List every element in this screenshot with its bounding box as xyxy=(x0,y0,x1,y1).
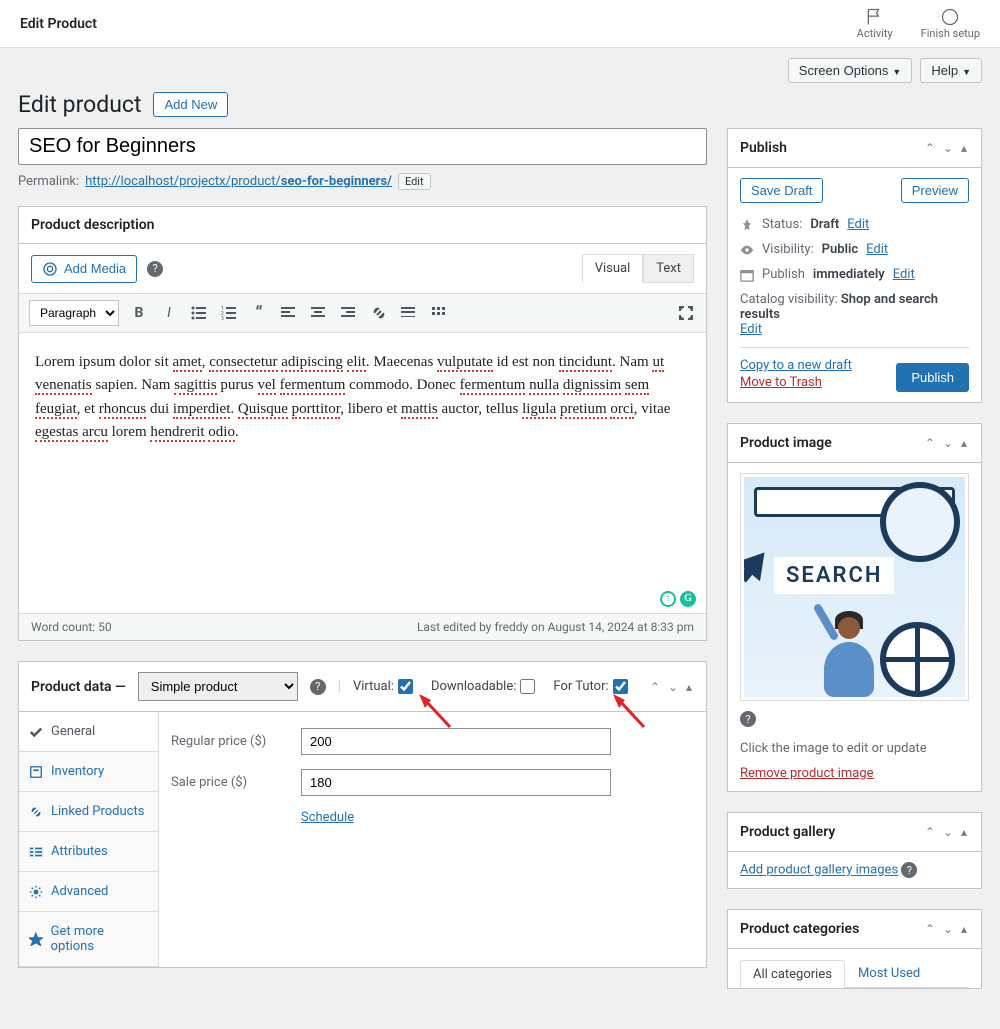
virtual-checkbox[interactable]: Virtual: xyxy=(353,679,413,694)
grammarly-icon[interactable]: G xyxy=(680,591,696,607)
save-draft-button[interactable]: Save Draft xyxy=(740,178,823,203)
move-down-icon[interactable]: ⌄ xyxy=(941,823,955,841)
pd-tab-advanced[interactable]: Advanced xyxy=(19,872,158,912)
description-editor[interactable]: Lorem ipsum dolor sit amet, consectetur … xyxy=(19,333,706,613)
add-gallery-link[interactable]: Add product gallery images xyxy=(740,863,898,878)
edit-status-link[interactable]: Edit xyxy=(847,217,869,232)
last-edited: Last edited by freddy on August 14, 2024… xyxy=(417,620,694,634)
link-icon[interactable] xyxy=(369,303,389,323)
preview-button[interactable]: Preview xyxy=(901,178,969,203)
move-down-icon[interactable]: ⌄ xyxy=(941,920,955,938)
toolbar-toggle-icon[interactable] xyxy=(429,303,449,323)
move-down-icon[interactable]: ⌄ xyxy=(941,139,955,157)
move-up-icon[interactable]: ⌃ xyxy=(923,920,937,938)
pin-icon xyxy=(740,218,754,232)
remove-image-link[interactable]: Remove product image xyxy=(740,766,874,781)
gallery-title: Product gallery xyxy=(740,824,835,840)
edit-catalog-link[interactable]: Edit xyxy=(740,322,762,337)
finish-setup-button[interactable]: Finish setup xyxy=(921,7,980,40)
all-categories-tab[interactable]: All categories xyxy=(740,960,845,988)
regular-price-input[interactable] xyxy=(301,728,611,755)
most-used-tab[interactable]: Most Used xyxy=(845,959,933,987)
visual-tab[interactable]: Visual xyxy=(582,254,644,283)
circle-icon xyxy=(940,7,960,27)
page-title: Edit product xyxy=(18,91,141,118)
quote-icon[interactable]: “ xyxy=(249,303,269,323)
copy-draft-link[interactable]: Copy to a new draft xyxy=(740,358,852,373)
image-hint: Click the image to edit or update xyxy=(740,741,969,756)
help-button[interactable]: Help▼ xyxy=(920,58,982,83)
arrow-annotation-icon xyxy=(415,692,455,732)
product-image[interactable]: SEARCH xyxy=(740,473,969,701)
move-down-icon[interactable]: ⌄ xyxy=(941,434,955,452)
number-list-icon[interactable]: 123 xyxy=(219,303,239,323)
help-icon[interactable]: ? xyxy=(740,711,756,727)
move-trash-link[interactable]: Move to Trash xyxy=(740,375,852,390)
eye-icon xyxy=(740,243,754,257)
format-select[interactable]: Paragraph xyxy=(29,300,119,326)
svg-text:3: 3 xyxy=(221,316,224,321)
pd-tab-inventory[interactable]: Inventory xyxy=(19,752,158,792)
pd-tab-attributes[interactable]: Attributes xyxy=(19,832,158,872)
grammarly-icon[interactable]: ↑ xyxy=(660,591,676,607)
pd-tab-more[interactable]: Get more options xyxy=(19,912,158,967)
align-left-icon[interactable] xyxy=(279,303,299,323)
sale-price-label: Sale price ($) xyxy=(171,775,301,790)
move-up-icon[interactable]: ⌃ xyxy=(923,434,937,452)
more-icon[interactable] xyxy=(399,303,419,323)
pd-tab-general[interactable]: General xyxy=(19,712,158,752)
categories-title: Product categories xyxy=(740,921,859,937)
bullet-list-icon[interactable] xyxy=(189,303,209,323)
permalink-edit-button[interactable]: Edit xyxy=(398,173,431,190)
move-up-icon[interactable]: ⌃ xyxy=(648,678,662,696)
permalink-url[interactable]: http://localhost/projectx/product/seo-fo… xyxy=(85,174,392,189)
schedule-link[interactable]: Schedule xyxy=(301,810,354,825)
calendar-icon xyxy=(740,268,754,282)
arrow-annotation-icon xyxy=(609,692,649,732)
product-title-input[interactable] xyxy=(18,128,707,165)
flag-icon xyxy=(865,7,885,27)
collapse-icon[interactable]: ▴ xyxy=(959,139,969,157)
collapse-icon[interactable]: ▴ xyxy=(959,920,969,938)
product-image-title: Product image xyxy=(740,435,832,451)
help-icon[interactable]: ? xyxy=(901,862,917,878)
add-new-button[interactable]: Add New xyxy=(153,92,228,117)
pd-tab-linked[interactable]: Linked Products xyxy=(19,792,158,832)
help-icon[interactable]: ? xyxy=(147,261,163,277)
permalink-label: Permalink: xyxy=(18,174,79,189)
product-type-select[interactable]: Simple product xyxy=(138,672,298,701)
collapse-icon[interactable]: ▴ xyxy=(684,678,694,696)
bold-icon[interactable]: B xyxy=(129,303,149,323)
italic-icon[interactable]: I xyxy=(159,303,179,323)
activity-button[interactable]: Activity xyxy=(857,7,893,40)
text-tab[interactable]: Text xyxy=(643,254,694,283)
edit-visibility-link[interactable]: Edit xyxy=(866,242,888,257)
product-data-title: Product data — xyxy=(31,679,126,695)
move-up-icon[interactable]: ⌃ xyxy=(923,823,937,841)
collapse-icon[interactable]: ▴ xyxy=(959,823,969,841)
sale-price-input[interactable] xyxy=(301,769,611,796)
word-count: Word count: 50 xyxy=(31,620,112,634)
media-icon xyxy=(42,261,58,277)
align-right-icon[interactable] xyxy=(339,303,359,323)
regular-price-label: Regular price ($) xyxy=(171,734,301,749)
help-icon[interactable]: ? xyxy=(310,679,326,695)
add-media-button[interactable]: Add Media xyxy=(31,255,137,283)
page-crumb: Edit Product xyxy=(20,16,97,32)
collapse-icon[interactable]: ▴ xyxy=(959,434,969,452)
publish-box-title: Publish xyxy=(740,140,787,156)
publish-button[interactable]: Publish xyxy=(896,363,969,392)
edit-date-link[interactable]: Edit xyxy=(893,267,915,282)
fullscreen-icon[interactable] xyxy=(676,303,696,323)
align-center-icon[interactable] xyxy=(309,303,329,323)
description-box-title: Product description xyxy=(31,217,154,233)
screen-options-button[interactable]: Screen Options▼ xyxy=(788,58,913,83)
move-down-icon[interactable]: ⌄ xyxy=(666,678,680,696)
move-up-icon[interactable]: ⌃ xyxy=(923,139,937,157)
